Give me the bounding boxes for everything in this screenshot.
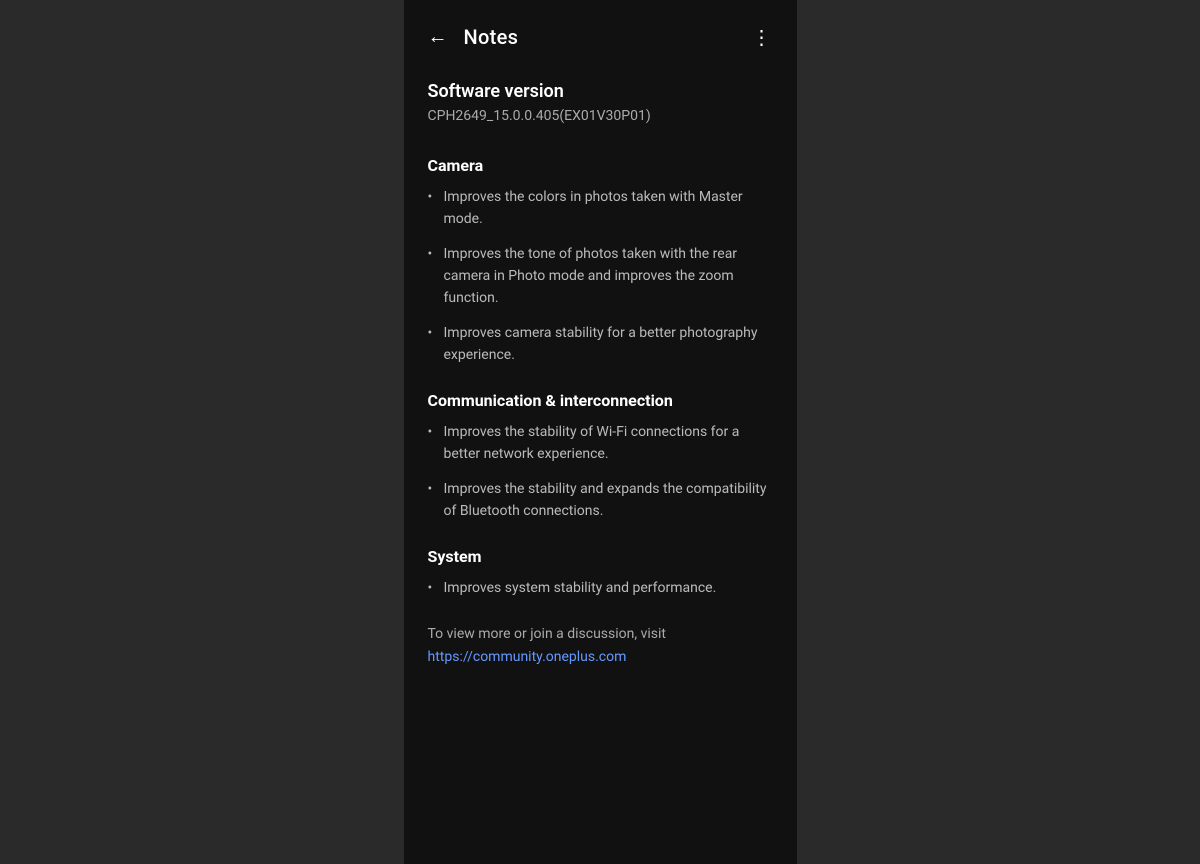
footer-text: To view more or join a discussion, visit — [428, 626, 667, 642]
outer-wrapper: ← Notes ⋮ Software version CPH2649_15.0.… — [0, 0, 1200, 864]
list-item: Improves the colors in photos taken with… — [428, 187, 773, 230]
system-section: System Improves system stability and per… — [428, 547, 773, 600]
community-link[interactable]: https://community.oneplus.com — [428, 649, 773, 665]
system-bullet-list: Improves system stability and performanc… — [428, 578, 773, 600]
software-version-value: CPH2649_15.0.0.405(EX01V30P01) — [428, 108, 773, 124]
app-screen: ← Notes ⋮ Software version CPH2649_15.0.… — [404, 0, 797, 864]
main-content: Software version CPH2649_15.0.0.405(EX01… — [404, 65, 797, 697]
communication-bullet-list: Improves the stability of Wi-Fi connecti… — [428, 422, 773, 523]
header-left: ← Notes — [428, 24, 519, 49]
back-button[interactable]: ← — [428, 24, 448, 49]
list-item: Improves the tone of photos taken with t… — [428, 244, 773, 309]
list-item: Improves the stability of Wi-Fi connecti… — [428, 422, 773, 465]
communication-section: Communication & interconnection Improves… — [428, 391, 773, 523]
footer-section: To view more or join a discussion, visit… — [428, 623, 773, 665]
camera-bullet-list: Improves the colors in photos taken with… — [428, 187, 773, 367]
software-version-label: Software version — [428, 81, 773, 102]
app-header: ← Notes ⋮ — [404, 0, 797, 65]
more-options-button[interactable]: ⋮ — [752, 25, 773, 49]
camera-section: Camera Improves the colors in photos tak… — [428, 156, 773, 367]
page-title: Notes — [464, 25, 519, 49]
list-item: Improves camera stability for a better p… — [428, 323, 773, 366]
right-side-area — [796, 0, 1200, 864]
camera-section-title: Camera — [428, 156, 773, 175]
system-section-title: System — [428, 547, 773, 566]
list-item: Improves system stability and performanc… — [428, 578, 773, 600]
left-side-area — [0, 0, 404, 864]
software-version-section: Software version CPH2649_15.0.0.405(EX01… — [428, 81, 773, 124]
list-item: Improves the stability and expands the c… — [428, 479, 773, 522]
communication-section-title: Communication & interconnection — [428, 391, 773, 410]
